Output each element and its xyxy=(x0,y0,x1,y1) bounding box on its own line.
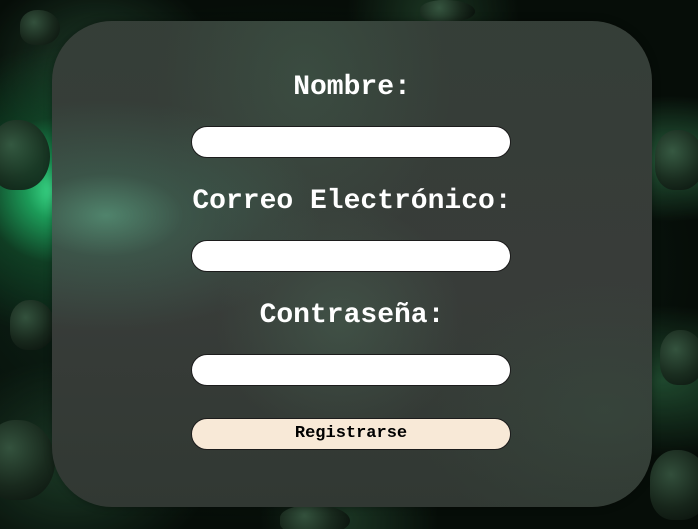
asteroid xyxy=(10,300,55,350)
asteroid xyxy=(650,450,698,520)
email-input[interactable] xyxy=(191,240,511,272)
asteroid xyxy=(660,330,698,385)
email-label: Correo Electrónico: xyxy=(192,186,512,217)
asteroid xyxy=(0,420,55,500)
name-label: Nombre: xyxy=(293,72,411,103)
name-input[interactable] xyxy=(191,126,511,158)
password-input[interactable] xyxy=(191,354,511,386)
asteroid xyxy=(20,10,60,45)
registration-form: Nombre: Correo Electrónico: Contraseña: … xyxy=(52,21,652,507)
asteroid xyxy=(655,130,698,190)
password-label: Contraseña: xyxy=(259,300,445,331)
asteroid xyxy=(280,505,350,529)
asteroid xyxy=(0,120,50,190)
register-button[interactable]: Registrarse xyxy=(191,418,511,450)
asteroid xyxy=(420,0,475,22)
